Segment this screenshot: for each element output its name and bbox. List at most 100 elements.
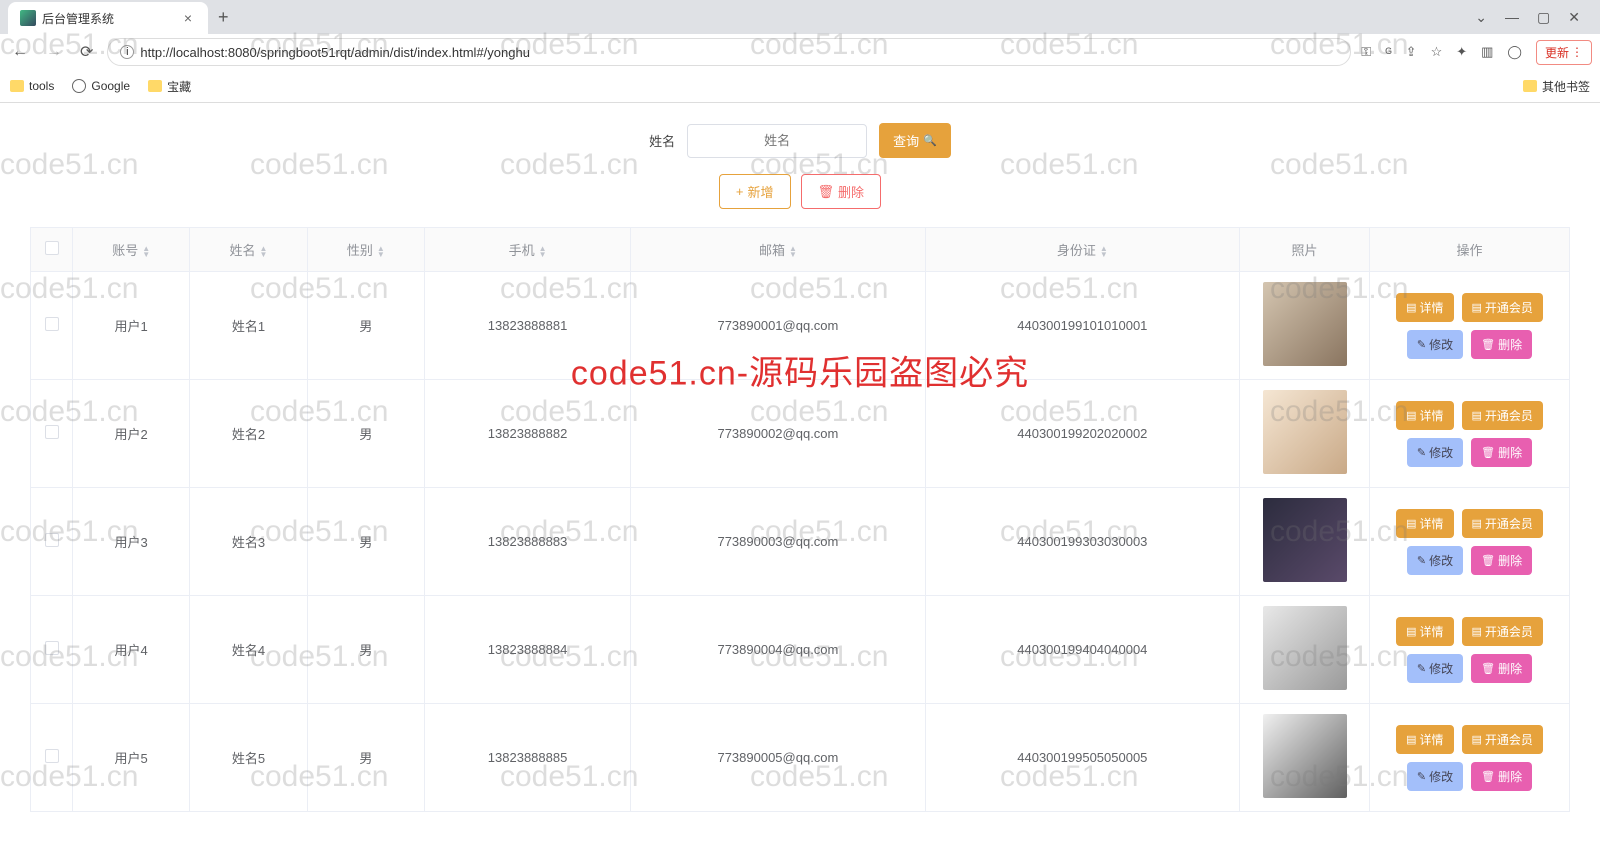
share-icon[interactable]: ⇪ <box>1406 44 1417 60</box>
trash-icon: 🗑 <box>1481 446 1495 459</box>
header-account[interactable]: 账号▲▼ <box>73 228 190 272</box>
chevron-down-icon[interactable]: ⌄ <box>1475 9 1487 26</box>
cell-email: 773890001@qq.com <box>631 272 926 380</box>
doc-icon: ▤ <box>1472 733 1482 746</box>
row-delete-button[interactable]: 🗑删除 <box>1471 762 1532 791</box>
forward-button[interactable]: → <box>42 39 66 65</box>
row-checkbox[interactable] <box>45 533 59 547</box>
cell-phone: 13823888884 <box>424 596 630 704</box>
query-button[interactable]: 查询 🔍 <box>879 123 951 158</box>
search-row: 姓名 查询 🔍 <box>30 123 1570 158</box>
url-box[interactable]: i http://localhost:8080/springboot51rqt/… <box>107 38 1351 66</box>
cell-phone: 13823888885 <box>424 704 630 812</box>
cell-idcard: 440300199101010001 <box>925 272 1239 380</box>
maximize-icon[interactable]: ▢ <box>1537 9 1550 26</box>
row-delete-button[interactable]: 🗑删除 <box>1471 330 1532 359</box>
pencil-icon: ✎ <box>1417 662 1426 675</box>
cell-name: 姓名5 <box>190 704 307 812</box>
cell-email: 773890003@qq.com <box>631 488 926 596</box>
cell-account: 用户3 <box>73 488 190 596</box>
close-window-icon[interactable]: ✕ <box>1568 9 1580 26</box>
open-vip-button[interactable]: ▤开通会员 <box>1462 725 1543 754</box>
header-operation: 操作 <box>1370 228 1570 272</box>
cell-idcard: 440300199505050005 <box>925 704 1239 812</box>
header-name[interactable]: 姓名▲▼ <box>190 228 307 272</box>
new-tab-button[interactable]: + <box>208 3 239 32</box>
star-icon[interactable]: ☆ <box>1431 44 1443 60</box>
back-button[interactable]: ← <box>8 39 32 65</box>
header-gender[interactable]: 性别▲▼ <box>307 228 424 272</box>
header-checkbox <box>31 228 73 272</box>
bookmark-tools[interactable]: tools <box>10 79 54 93</box>
cell-account: 用户5 <box>73 704 190 812</box>
add-button[interactable]: + 新增 <box>719 174 791 209</box>
open-vip-button[interactable]: ▤开通会员 <box>1462 617 1543 646</box>
browser-tab[interactable]: 后台管理系统 × <box>8 2 208 34</box>
profile-icon[interactable]: ◯ <box>1507 44 1522 60</box>
minimize-icon[interactable]: — <box>1505 9 1519 26</box>
trash-icon: 🗑 <box>1481 338 1495 351</box>
translate-icon[interactable]: ᴳ <box>1385 45 1391 60</box>
avatar <box>1263 390 1347 474</box>
open-vip-button[interactable]: ▤开通会员 <box>1462 509 1543 538</box>
pencil-icon: ✎ <box>1417 554 1426 567</box>
address-bar: ← → ⟳ i http://localhost:8080/springboot… <box>0 34 1600 70</box>
site-info-icon[interactable]: i <box>120 45 134 59</box>
avatar <box>1263 282 1347 366</box>
pencil-icon: ✎ <box>1417 446 1426 459</box>
detail-button[interactable]: ▤详情 <box>1396 617 1453 646</box>
row-checkbox[interactable] <box>45 641 59 655</box>
cell-email: 773890005@qq.com <box>631 704 926 812</box>
reload-button[interactable]: ⟳ <box>76 38 97 66</box>
sort-icon[interactable]: ▲▼ <box>789 246 797 258</box>
table-row: 用户1 姓名1 男 13823888881 773890001@qq.com 4… <box>31 272 1570 380</box>
sort-icon[interactable]: ▲▼ <box>539 246 547 258</box>
bookmark-google[interactable]: Google <box>72 79 130 93</box>
table-row: 用户2 姓名2 男 13823888882 773890002@qq.com 4… <box>31 380 1570 488</box>
folder-icon <box>1523 80 1537 92</box>
select-all-checkbox[interactable] <box>45 241 59 255</box>
sort-icon[interactable]: ▲▼ <box>142 246 150 258</box>
sidepanel-icon[interactable]: ▥ <box>1481 44 1493 60</box>
row-delete-button[interactable]: 🗑删除 <box>1471 546 1532 575</box>
detail-button[interactable]: ▤详情 <box>1396 725 1453 754</box>
row-checkbox[interactable] <box>45 317 59 331</box>
delete-button[interactable]: 🗑 删除 <box>801 174 882 209</box>
update-button[interactable]: 更新 ⋮ <box>1536 40 1592 65</box>
detail-button[interactable]: ▤详情 <box>1396 293 1453 322</box>
tab-bar: 后台管理系统 × + ⌄ — ▢ ✕ <box>0 0 1600 34</box>
puzzle-icon[interactable]: ✦ <box>1456 44 1467 60</box>
doc-icon: ▤ <box>1472 301 1482 314</box>
key-icon[interactable]: ⚿ <box>1361 44 1371 60</box>
open-vip-button[interactable]: ▤开通会员 <box>1462 293 1543 322</box>
edit-button[interactable]: ✎修改 <box>1407 438 1463 467</box>
name-search-input[interactable] <box>687 124 867 158</box>
row-checkbox[interactable] <box>45 749 59 763</box>
edit-button[interactable]: ✎修改 <box>1407 762 1463 791</box>
sort-icon[interactable]: ▲▼ <box>1100 246 1108 258</box>
open-vip-button[interactable]: ▤开通会员 <box>1462 401 1543 430</box>
row-checkbox[interactable] <box>45 425 59 439</box>
cell-idcard: 440300199303030003 <box>925 488 1239 596</box>
other-bookmarks[interactable]: 其他书签 <box>1523 78 1590 95</box>
detail-button[interactable]: ▤详情 <box>1396 509 1453 538</box>
header-photo: 照片 <box>1240 228 1370 272</box>
bookmark-treasure[interactable]: 宝藏 <box>148 78 191 95</box>
detail-button[interactable]: ▤详情 <box>1396 401 1453 430</box>
edit-button[interactable]: ✎修改 <box>1407 654 1463 683</box>
browser-chrome: 后台管理系统 × + ⌄ — ▢ ✕ ← → ⟳ i http://localh… <box>0 0 1600 103</box>
cell-gender: 男 <box>307 704 424 812</box>
edit-button[interactable]: ✎修改 <box>1407 330 1463 359</box>
row-delete-button[interactable]: 🗑删除 <box>1471 654 1532 683</box>
sort-icon[interactable]: ▲▼ <box>377 246 385 258</box>
row-delete-button[interactable]: 🗑删除 <box>1471 438 1532 467</box>
edit-button[interactable]: ✎修改 <box>1407 546 1463 575</box>
pencil-icon: ✎ <box>1417 338 1426 351</box>
header-idcard[interactable]: 身份证▲▼ <box>925 228 1239 272</box>
close-tab-icon[interactable]: × <box>180 10 196 26</box>
cell-phone: 13823888882 <box>424 380 630 488</box>
cell-email: 773890004@qq.com <box>631 596 926 704</box>
header-email[interactable]: 邮箱▲▼ <box>631 228 926 272</box>
header-phone[interactable]: 手机▲▼ <box>424 228 630 272</box>
sort-icon[interactable]: ▲▼ <box>260 246 268 258</box>
